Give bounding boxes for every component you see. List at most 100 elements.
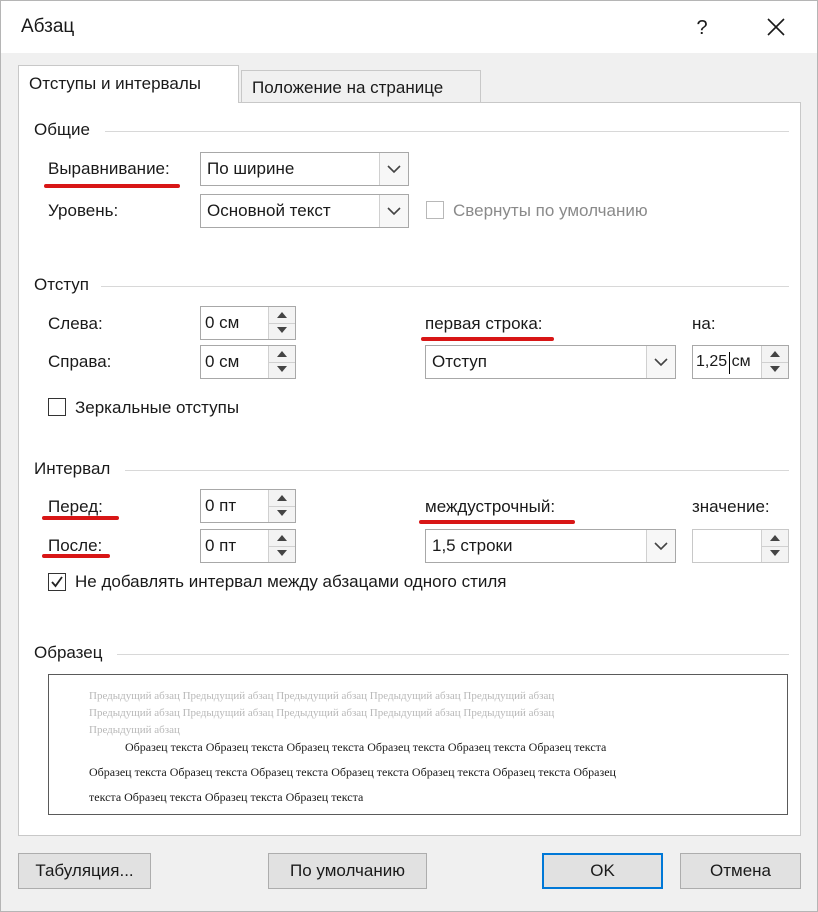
chevron-down-icon [654, 542, 668, 551]
spacing-separator [125, 470, 789, 471]
spin-up-icon [277, 495, 287, 501]
line-spacing-dropdown-button[interactable] [646, 530, 675, 562]
close-button[interactable] [759, 13, 793, 43]
checkmark-icon [51, 576, 63, 588]
close-icon [767, 18, 785, 36]
spin-down-button[interactable] [762, 362, 788, 378]
indent-group-title: Отступ [34, 275, 90, 294]
spinner-buttons [268, 307, 295, 339]
alignment-label: Выравнивание: [48, 159, 170, 178]
spin-down-button[interactable] [269, 362, 295, 378]
line-spacing-select[interactable]: 1,5 строки [425, 529, 676, 563]
spinner-buttons [268, 530, 295, 562]
help-button[interactable]: ? [685, 13, 719, 43]
spin-down-icon [277, 550, 287, 556]
spinner-buttons [268, 490, 295, 522]
spin-down-icon [277, 327, 287, 333]
annotation-underline [42, 554, 110, 558]
space-before-spinner[interactable]: 0 пт [200, 489, 296, 523]
annotation-underline [419, 520, 575, 524]
paragraph-dialog: Абзац ? Отступы и интервалы Положение на… [0, 0, 818, 912]
indent-right-value: 0 см [205, 352, 240, 371]
spin-up-button[interactable] [762, 346, 788, 363]
spin-down-icon [770, 550, 780, 556]
preview-separator [117, 654, 789, 655]
space-after-value: 0 пт [205, 536, 237, 555]
spacing-value-spinner[interactable] [692, 529, 789, 563]
collapsed-checkbox[interactable] [426, 201, 444, 219]
set-default-button[interactable]: По умолчанию [268, 853, 427, 889]
level-label: Уровень: [48, 201, 119, 220]
preview-previous-line: Предыдущий абзац Предыдущий абзац Предыд… [89, 690, 555, 702]
preview-sample-line: Образец текста Образец текста Образец те… [89, 765, 616, 779]
indent-right-spinner[interactable]: 0 см [200, 345, 296, 379]
space-after-label: После: [48, 536, 103, 555]
first-line-label: первая строка: [425, 314, 543, 333]
spin-up-button[interactable] [269, 307, 295, 324]
spinner-buttons [268, 346, 295, 378]
no-space-label: Не добавлять интервал между абзацами одн… [75, 572, 507, 591]
annotation-underline [42, 516, 119, 520]
title-bar: Абзац ? [1, 1, 817, 53]
collapsed-label: Свернуты по умолчанию [453, 201, 648, 220]
chevron-down-icon [387, 207, 401, 216]
level-select[interactable]: Основной текст [200, 194, 409, 228]
text-caret [729, 352, 730, 374]
first-line-value: Отступ [432, 352, 488, 371]
mirror-indents-label: Зеркальные отступы [75, 398, 240, 417]
space-before-label: Перед: [48, 497, 103, 516]
chevron-down-icon [654, 358, 668, 367]
indent-by-label: на: [692, 314, 716, 333]
tabs-button[interactable]: Табуляция... [18, 853, 151, 889]
preview-previous-line: Предыдущий абзац Предыдущий абзац Предыд… [89, 707, 555, 719]
tab-line-page-breaks[interactable]: Положение на странице [241, 70, 481, 102]
indent-by-spinner[interactable]: 1,25 см [692, 345, 789, 379]
space-before-value: 0 пт [205, 496, 237, 515]
first-line-dropdown-button[interactable] [646, 346, 675, 378]
preview-sample-line: Образец текста Образец текста Образец те… [125, 740, 607, 754]
line-spacing-label: междустрочный: [425, 497, 556, 516]
spinner-buttons [761, 530, 788, 562]
spin-down-button[interactable] [269, 323, 295, 339]
spin-up-icon [277, 312, 287, 318]
mirror-indents-checkbox[interactable] [48, 398, 66, 416]
spacing-group-title: Интервал [34, 459, 111, 478]
level-dropdown-button[interactable] [379, 195, 408, 227]
general-group-title: Общие [34, 120, 90, 139]
preview-group-title: Образец [34, 643, 103, 662]
spin-down-icon [277, 510, 287, 516]
dialog-title: Абзац [21, 16, 75, 37]
indent-left-spinner[interactable]: 0 см [200, 306, 296, 340]
ok-button[interactable]: OK [542, 853, 663, 889]
annotation-underline [44, 184, 180, 188]
spacing-value-label: значение: [692, 497, 770, 516]
annotation-underline [421, 337, 554, 341]
spinner-buttons [761, 346, 788, 378]
line-spacing-value: 1,5 строки [432, 536, 513, 555]
level-value: Основной текст [207, 201, 331, 220]
spin-down-icon [770, 366, 780, 372]
spin-up-button[interactable] [269, 346, 295, 363]
spin-up-button[interactable] [269, 530, 295, 547]
no-space-checkbox[interactable] [48, 573, 66, 591]
alignment-dropdown-button[interactable] [379, 153, 408, 185]
spin-down-button[interactable] [269, 506, 295, 522]
tab-indents-spacing[interactable]: Отступы и интервалы [18, 65, 239, 103]
space-after-spinner[interactable]: 0 пт [200, 529, 296, 563]
indent-left-value: 0 см [205, 313, 240, 332]
alignment-value: По ширине [207, 159, 295, 178]
spin-up-icon [277, 535, 287, 541]
chevron-down-icon [387, 165, 401, 174]
preview-previous-line: Предыдущий абзац [89, 724, 180, 736]
cancel-button[interactable]: Отмена [680, 853, 801, 889]
spin-up-button[interactable] [269, 490, 295, 507]
spin-down-button[interactable] [269, 546, 295, 562]
spin-up-icon [770, 535, 780, 541]
spin-down-button[interactable] [762, 546, 788, 562]
spin-up-button[interactable] [762, 530, 788, 547]
first-line-select[interactable]: Отступ [425, 345, 676, 379]
indent-right-label: Справа: [48, 352, 112, 371]
alignment-select[interactable]: По ширине [200, 152, 409, 186]
spin-down-icon [277, 366, 287, 372]
general-separator [105, 131, 789, 132]
